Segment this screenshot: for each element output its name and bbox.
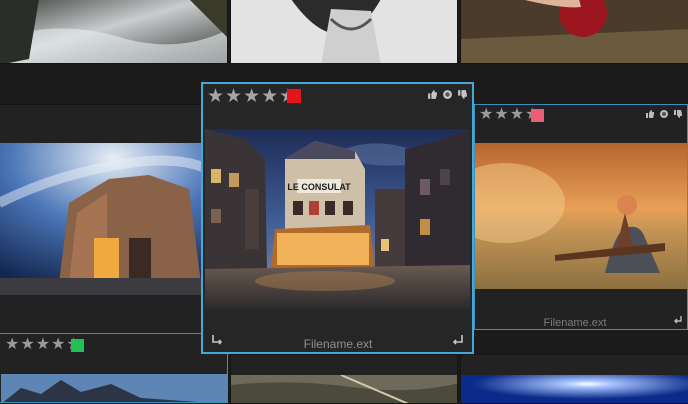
le-consulat-photo: LE CONSULAT <box>205 129 470 309</box>
thumbnail-girl-guitar[interactable]: ★★★★ Filename.ext <box>474 104 688 330</box>
thumbnail-bw-portrait[interactable] <box>230 0 458 64</box>
stack-expand-arrow-icon[interactable] <box>211 334 223 346</box>
waterfall-photo <box>0 0 227 63</box>
flag-tools <box>645 109 683 119</box>
color-label-green[interactable] <box>71 339 84 352</box>
thumbs-up-icon[interactable] <box>427 89 438 100</box>
star-icon[interactable]: ★ <box>510 107 525 123</box>
star-icon[interactable]: ★ <box>225 87 243 106</box>
cafe-sign-text: LE CONSULAT <box>287 182 351 192</box>
return-arrow-icon[interactable] <box>673 315 683 325</box>
return-arrow-icon[interactable] <box>452 334 464 346</box>
flag-tools <box>427 89 468 100</box>
star-icon[interactable]: ★ <box>494 107 509 123</box>
bw-portrait-photo <box>231 0 457 63</box>
star-icon[interactable]: ★ <box>207 87 225 106</box>
star-icon[interactable]: ★ <box>261 87 279 106</box>
star-icon[interactable]: ★ <box>51 337 66 353</box>
thumbnail-waterfall[interactable] <box>0 0 228 64</box>
color-label-red[interactable] <box>287 89 301 103</box>
color-label-pink[interactable] <box>531 109 544 122</box>
filename-label: Filename.ext <box>303 337 373 351</box>
girl-guitar-photo <box>475 143 687 289</box>
reject-circle-icon[interactable] <box>659 109 669 119</box>
thumbnail-sun[interactable] <box>460 354 688 404</box>
stone-building-photo <box>0 143 227 295</box>
thumbnail-selected-le-consulat[interactable]: ★★★★★ LE CONSULAT <box>201 82 474 354</box>
star-icon[interactable]: ★ <box>5 337 20 353</box>
apple-photo <box>461 0 688 63</box>
mountains-photo <box>1 374 227 402</box>
thumbnail-mountains[interactable]: ★★★★★ <box>0 333 228 403</box>
star-rating[interactable]: ★★★★★ <box>207 87 297 106</box>
reject-circle-icon[interactable] <box>442 89 453 100</box>
thumbnail-stone-building[interactable] <box>0 104 228 334</box>
star-icon[interactable]: ★ <box>20 337 35 353</box>
thumbs-down-icon[interactable] <box>673 109 683 119</box>
star-icon[interactable]: ★ <box>243 87 261 106</box>
thumbs-up-icon[interactable] <box>645 109 655 119</box>
star-icon[interactable]: ★ <box>479 107 494 123</box>
thumbnail-sea[interactable] <box>230 354 458 404</box>
thumbnail-apple-grass[interactable] <box>460 0 688 64</box>
filename-label: Filename.ext <box>543 317 607 329</box>
thumbs-down-icon[interactable] <box>457 89 468 100</box>
star-icon[interactable]: ★ <box>36 337 51 353</box>
